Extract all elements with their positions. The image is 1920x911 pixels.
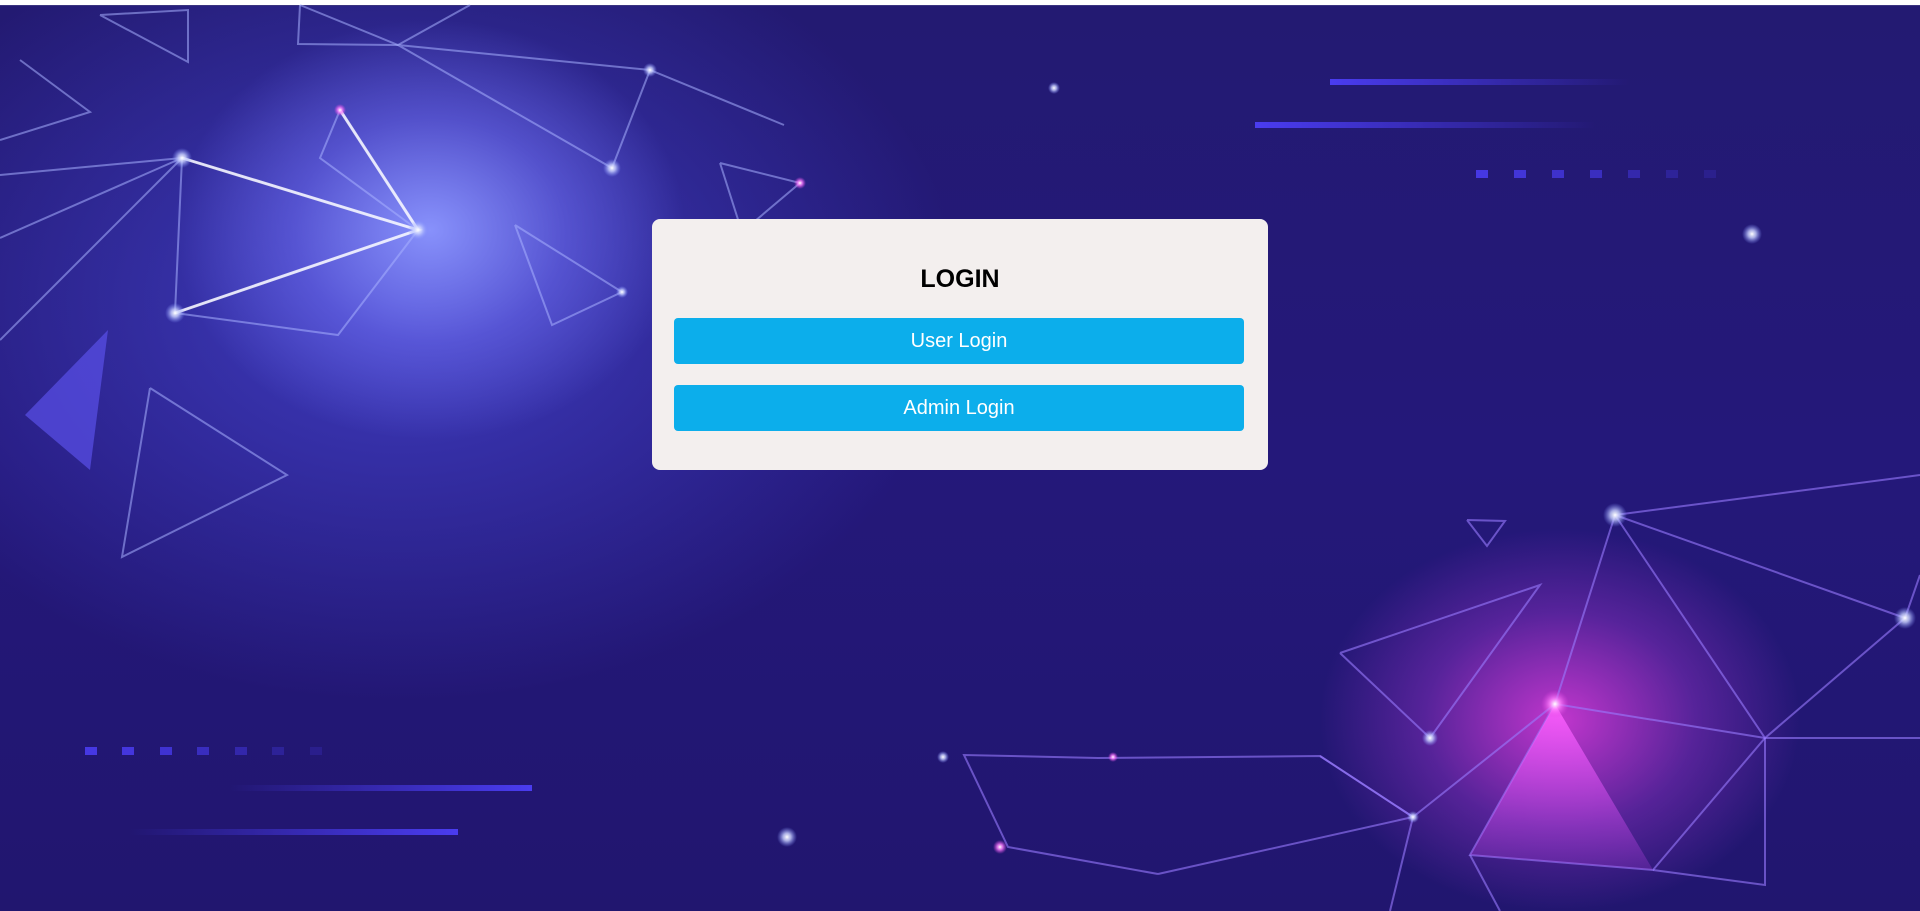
admin-login-button[interactable]: Admin Login — [674, 385, 1244, 431]
login-page: LOGIN User Login Admin Login — [0, 0, 1920, 911]
login-card: LOGIN User Login Admin Login — [652, 219, 1268, 470]
login-title: LOGIN — [920, 265, 1000, 293]
user-login-button[interactable]: User Login — [674, 318, 1244, 364]
